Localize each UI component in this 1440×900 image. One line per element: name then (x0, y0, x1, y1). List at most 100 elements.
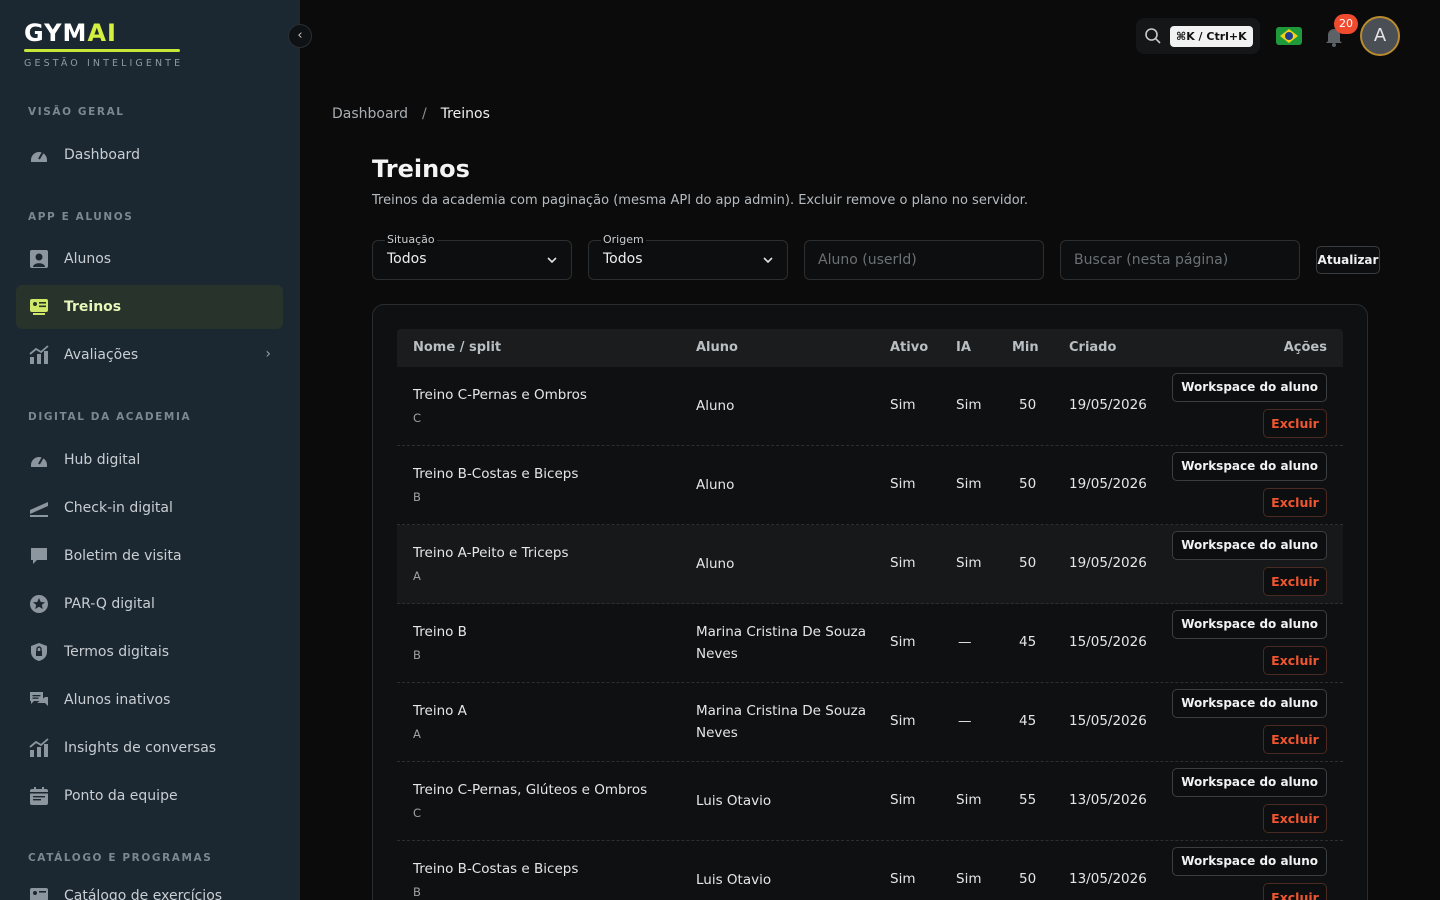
sidebar-item-dashboard[interactable]: Dashboard (16, 133, 283, 177)
origem-select[interactable]: Origem Todos (588, 233, 788, 280)
delete-button[interactable]: Excluir (1263, 567, 1327, 596)
sidebar-item-label: Alunos inativos (64, 692, 171, 708)
header-name[interactable]: Nome / split (413, 340, 501, 355)
search-input[interactable] (1060, 240, 1300, 280)
breadcrumb: Dashboard / Treinos (332, 106, 490, 122)
workspace-button[interactable]: Workspace do aluno (1172, 452, 1327, 481)
notification-badge: 20 (1334, 14, 1358, 34)
sidebar-item-label: Insights de conversas (64, 740, 217, 756)
header-min[interactable]: Min (1012, 340, 1039, 355)
row-ativo: Sim (890, 871, 916, 887)
row-name: Treino B-Costas e Biceps (413, 466, 579, 482)
row-min: 50 (1019, 476, 1037, 492)
brand-tagline: GESTÃO INTELIGENTE (24, 58, 184, 69)
sidebar-item-checkin-digital[interactable]: Check-in digital (16, 486, 283, 530)
row-name: Treino B-Costas e Biceps (413, 861, 579, 877)
chevron-right-icon: › (265, 346, 271, 362)
row-split: A (413, 727, 421, 741)
delete-button[interactable]: Excluir (1263, 804, 1327, 833)
situacao-select[interactable]: Situação Todos (372, 233, 572, 280)
delete-button[interactable]: Excluir (1263, 646, 1327, 675)
row-aluno: Marina Cristina De Souza Neves (696, 624, 867, 662)
sidebar-collapse-button[interactable]: ‹ (288, 24, 312, 48)
star-icon (28, 593, 50, 615)
sidebar-item-treinos[interactable]: Treinos (16, 285, 283, 329)
sidebar-item-hub-digital[interactable]: Hub digital (16, 438, 283, 482)
section-title-app-alunos: APP E ALUNOS (28, 211, 134, 223)
page-title: Treinos (372, 155, 470, 183)
row-min: 50 (1019, 871, 1037, 887)
treinos-table: Nome / split Aluno Ativo IA Min Criado A… (372, 304, 1368, 900)
table-row[interactable]: Treino B B Marina Cristina De Souza Neve… (397, 604, 1343, 683)
sidebar-item-label: Avaliações (64, 347, 139, 363)
section-title-catalogo-programas: CATÁLOGO E PROGRAMAS (28, 852, 213, 864)
workspace-button[interactable]: Workspace do aluno (1172, 847, 1327, 876)
row-ia: — (958, 634, 972, 650)
sidebar-item-insights-conversas[interactable]: Insights de conversas (16, 726, 283, 770)
table-row[interactable]: Treino B-Costas e Biceps B Aluno Sim Sim… (397, 446, 1343, 525)
row-name: Treino C-Pernas e Ombros (413, 387, 587, 403)
sidebar-item-boletim-visita[interactable]: Boletim de visita (16, 534, 283, 578)
chevron-down-icon (763, 257, 773, 264)
workspace-button[interactable]: Workspace do aluno (1172, 373, 1327, 402)
header-ativo[interactable]: Ativo (890, 340, 928, 355)
header-aluno[interactable]: Aluno (696, 340, 738, 355)
sidebar-item-avaliacoes[interactable]: Avaliações › (16, 333, 283, 377)
row-ativo: Sim (890, 397, 916, 413)
table-row[interactable]: Treino A A Marina Cristina De Souza Neve… (397, 683, 1343, 762)
situacao-label: Situação (385, 233, 437, 246)
sidebar-item-termos-digitais[interactable]: Termos digitais (16, 630, 283, 674)
row-min: 55 (1019, 792, 1037, 808)
row-split: B (413, 490, 421, 504)
language-flag-icon[interactable] (1276, 27, 1302, 45)
global-search-button[interactable]: ⌘K / Ctrl+K (1136, 18, 1260, 54)
brand-logo[interactable]: GYMAI GESTÃO INTELIGENTE (24, 20, 183, 69)
table-row[interactable]: Treino A-Peito e Triceps A Aluno Sim Sim… (397, 525, 1343, 604)
row-name: Treino C-Pernas, Glúteos e Ombros (413, 782, 648, 798)
table-row[interactable]: Treino C-Pernas, Glúteos e Ombros C Luis… (397, 762, 1343, 841)
sidebar-item-catalogo-exercicios[interactable]: Catálogo de exercícios (16, 874, 283, 900)
workspace-button[interactable]: Workspace do aluno (1172, 610, 1327, 639)
delete-button[interactable]: Excluir (1263, 409, 1327, 438)
breadcrumb-separator: / (421, 106, 427, 122)
breadcrumb-home[interactable]: Dashboard (332, 106, 408, 122)
brand-name: GYMAI (24, 20, 183, 46)
sidebar-item-ponto-equipe[interactable]: Ponto da equipe (16, 774, 283, 818)
sidebar-item-alunos-inativos[interactable]: Alunos inativos (16, 678, 283, 722)
sidebar-item-parq-digital[interactable]: PAR-Q digital (16, 582, 283, 626)
row-ativo: Sim (890, 634, 916, 650)
aluno-userid-input[interactable] (804, 240, 1044, 280)
row-split: B (413, 648, 421, 662)
row-split: C (413, 806, 422, 820)
origem-label: Origem (601, 233, 646, 246)
delete-button[interactable]: Excluir (1263, 725, 1327, 754)
workspace-button[interactable]: Workspace do aluno (1172, 689, 1327, 718)
row-criado: 19/05/2026 (1069, 397, 1147, 413)
sidebar-item-alunos[interactable]: Alunos (16, 237, 283, 281)
workspace-button[interactable]: Workspace do aluno (1172, 531, 1327, 560)
row-criado: 13/05/2026 (1069, 871, 1147, 887)
row-ia: Sim (956, 397, 982, 413)
sidebar-item-label: Catálogo de exercícios (64, 888, 223, 900)
flag-circle (1285, 32, 1293, 40)
header-criado[interactable]: Criado (1069, 340, 1116, 355)
sidebar-item-label: Ponto da equipe (64, 788, 178, 804)
row-aluno: Aluno (696, 398, 735, 414)
row-ia: Sim (956, 792, 982, 808)
page-description: Treinos da academia com paginação (mesma… (372, 193, 1028, 208)
workspace-button[interactable]: Workspace do aluno (1172, 768, 1327, 797)
row-ia: Sim (956, 555, 982, 571)
row-ativo: Sim (890, 555, 916, 571)
delete-button[interactable]: Excluir (1263, 488, 1327, 517)
row-ia: Sim (956, 871, 982, 887)
table-row[interactable]: Treino C-Pernas e Ombros C Aluno Sim Sim… (397, 367, 1343, 446)
row-name: Treino A-Peito e Triceps (413, 545, 569, 561)
row-min: 50 (1019, 397, 1037, 413)
sidebar-item-label: Check-in digital (64, 500, 173, 516)
sidebar-item-label: Dashboard (64, 147, 140, 163)
avatar[interactable]: A (1360, 16, 1400, 56)
refresh-button[interactable]: Atualizar (1316, 246, 1380, 274)
delete-button[interactable]: Excluir (1263, 883, 1327, 900)
table-row[interactable]: Treino B-Costas e Biceps B Luis Otavio S… (397, 841, 1343, 900)
header-ia[interactable]: IA (956, 340, 971, 355)
